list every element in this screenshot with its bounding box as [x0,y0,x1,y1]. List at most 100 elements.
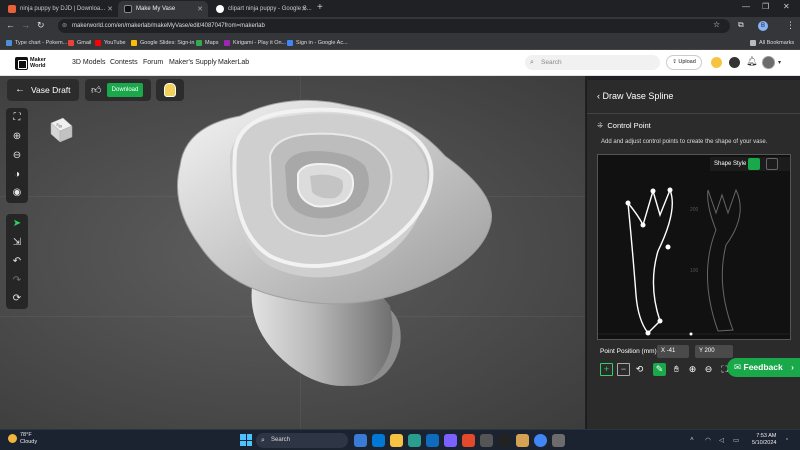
browser-menu-icon[interactable]: ⋮ [786,20,795,31]
bookmark-item[interactable]: Sign in - Google Ac... [287,37,348,48]
vase-model[interactable] [160,96,510,396]
tray-chevron-icon[interactable]: ˄ [690,436,694,443]
browser-tab-3[interactable]: clipart ninja puppy - Google S... ✕ [210,1,312,17]
zoom-out-icon[interactable]: ⊖ [702,363,715,376]
app-icon[interactable] [444,434,457,447]
battery-icon[interactable]: ▭ [733,436,739,444]
forward-icon[interactable]: → [21,20,30,30]
app-icon[interactable] [498,434,511,447]
tab-close-icon[interactable]: ✕ [301,5,307,13]
points-icon[interactable] [711,57,722,68]
chevron-down-icon[interactable]: ▾ [778,59,781,66]
all-bookmarks[interactable]: All Bookmarks [750,37,794,48]
chevron-left-icon[interactable]: ‹ [597,91,600,101]
nav-makers-supply[interactable]: Maker's Supply [169,59,217,66]
redo-icon[interactable]: ↷ [9,273,25,289]
notification-icon[interactable]: ▫ [786,436,788,443]
extensions-icon[interactable]: ⧉ [738,20,744,30]
control-point[interactable] [650,188,656,194]
control-point[interactable] [625,200,631,206]
maximize-icon[interactable]: ❐ [762,2,769,11]
eye-icon[interactable]: ◉ [9,185,25,201]
bookmark-item[interactable]: Google Slides: Sign-in [131,37,194,48]
edge-icon[interactable] [426,434,439,447]
taskbar-search[interactable]: ⌕ Search [256,433,348,448]
weather-widget[interactable]: 78°F Cloudy [8,432,37,446]
app-icon[interactable] [372,434,385,447]
add-point-icon[interactable]: + [600,363,613,376]
app-icon[interactable] [552,434,565,447]
zoom-out-icon[interactable]: ⊖ [9,148,25,164]
search-input[interactable]: ⌕ Search [525,55,660,70]
bookmark-item[interactable]: YouTube [95,37,126,48]
control-point[interactable] [667,187,673,193]
bookmark-item[interactable]: Maps [196,37,218,48]
app-icon[interactable] [480,434,493,447]
close-window-icon[interactable]: ✕ [783,2,790,11]
browser-tab-1[interactable]: ninja puppy by DJD | Downloa... ✕ [2,1,118,17]
nav-makerlab[interactable]: MakerLab [218,59,249,66]
zoom-in-icon[interactable]: ⊕ [9,129,25,145]
app-icon[interactable] [516,434,529,447]
tab-close-icon[interactable]: ✕ [197,5,203,13]
sharp-corner-button[interactable] [766,158,778,170]
bookmark-item[interactable]: Gmail [68,37,91,48]
panel-title[interactable]: ‹ Draw Vase Spline [597,91,673,101]
bookmark-star-icon[interactable]: ☆ [713,20,720,29]
spline-editor[interactable]: 200 100 [598,155,792,341]
makerworld-logo[interactable]: Maker World [15,56,59,70]
color-palette-icon[interactable]: ◑ [9,167,25,183]
undo-icon[interactable]: ↶ [9,254,25,270]
back-to-draft-button[interactable]: ← Vase Draft [7,79,79,101]
volume-icon[interactable]: ◁ [719,436,724,444]
pan-hand-icon[interactable]: ✋︎ [670,363,683,376]
notification-bell-icon[interactable]: 🔔︎ [746,56,757,67]
file-explorer-icon[interactable] [390,434,403,447]
view-cube[interactable]: Top [45,114,75,144]
print-preview-thumbnail[interactable] [156,79,184,101]
control-point[interactable] [645,330,651,336]
control-point[interactable] [657,318,663,324]
reset-icon[interactable]: ⟳ [9,291,25,307]
app-icon[interactable] [408,434,421,447]
task-view-icon[interactable] [354,434,367,447]
3d-viewport[interactable]: ← Vase Draft 👍︎ Download Top ⛶ ⊕ ⊖ ◑ ◉ ➤… [0,76,585,429]
fit-view-icon[interactable]: ⛶ [9,110,25,126]
wifi-icon[interactable]: ◠ [705,436,711,444]
minimize-icon[interactable]: — [742,2,750,11]
bookmark-item[interactable]: Type chart - Pokem... [6,37,67,48]
x-position-field[interactable]: X -41 [657,345,689,358]
control-point[interactable] [689,332,693,336]
spline-canvas[interactable]: 200 100 Shape Style [597,154,792,341]
smooth-curve-button[interactable] [748,158,760,170]
chrome-icon[interactable] [534,434,547,447]
zoom-in-icon[interactable]: ⊕ [686,363,699,376]
site-info-icon[interactable]: ⊜ [62,19,67,33]
mirror-icon[interactable]: ⟲ [633,363,646,376]
back-icon[interactable]: ← [6,20,15,30]
thumbs-up-icon[interactable]: 👍︎ [91,84,101,96]
remove-point-icon[interactable]: − [617,363,630,376]
browser-tab-2[interactable]: Make My Vase ✕ [118,1,208,17]
control-point[interactable] [665,244,671,250]
feedback-button[interactable]: ✉ Feedback › [727,358,800,377]
messages-icon[interactable] [729,57,740,68]
download-button[interactable]: Download [107,83,143,97]
system-clock[interactable]: 7:53 AM 5/10/2024 [752,433,776,447]
address-bar[interactable]: ⊜ makerworld.com/en/makerlab/makeMyVase/… [58,19,730,33]
pen-tool-icon[interactable]: ✎ [653,363,666,376]
scale-icon[interactable]: ⇲ [9,235,25,251]
nav-3d-models[interactable]: 3D Models [72,59,105,66]
select-cursor-icon[interactable]: ➤ [9,216,25,232]
start-button[interactable] [240,434,252,446]
nav-contests[interactable]: Contests [110,59,138,66]
user-avatar[interactable] [762,56,775,69]
reload-icon[interactable]: ↻ [37,20,45,31]
profile-avatar[interactable]: B [758,21,768,31]
tab-close-icon[interactable]: ✕ [107,5,113,13]
bookmark-item[interactable]: Kirigami - Play it On... [224,37,286,48]
y-position-field[interactable]: Y 200 [695,345,733,358]
app-icon[interactable] [462,434,475,447]
upload-button[interactable]: ⇪ Upload [666,55,702,70]
nav-forum[interactable]: Forum [143,59,163,66]
